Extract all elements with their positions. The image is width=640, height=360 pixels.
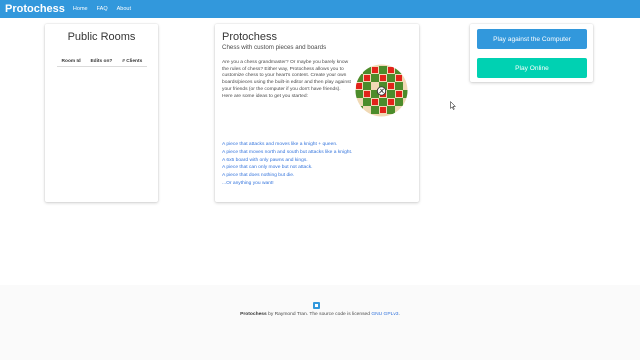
- idea-link-does-nothing[interactable]: A piece that does nothing but die.: [222, 172, 357, 180]
- footer-end: .: [398, 312, 400, 317]
- intro-title: Protochess: [222, 31, 278, 43]
- idea-link-anything[interactable]: ...Or anything you want!: [222, 180, 357, 188]
- column-edits-on: Edits on?: [85, 59, 118, 67]
- idea-link-move-no-attack[interactable]: A piece that can only move but not attac…: [222, 164, 357, 172]
- column-clients: # Clients: [117, 59, 147, 67]
- play-card: Play against the Computer Play Online: [470, 24, 593, 82]
- nav-link-faq[interactable]: FAQ: [97, 6, 108, 12]
- public-rooms-title: Public Rooms: [67, 31, 136, 43]
- nav-link-home[interactable]: Home: [73, 6, 88, 12]
- column-room-id: Room Id: [57, 59, 86, 67]
- intro-subtitle: Chess with custom pieces and boards: [222, 44, 327, 51]
- footer-license-link[interactable]: GNU GPLv3: [371, 312, 398, 317]
- navbar: Protochess Home FAQ About: [0, 0, 640, 18]
- footer-logo-icon: [313, 302, 320, 309]
- nav-link-about[interactable]: About: [117, 6, 131, 12]
- rooms-table-header: Room Id Edits on? # Clients: [57, 59, 147, 67]
- protochess-logo: [355, 64, 408, 117]
- mouse-cursor-icon: [450, 101, 456, 110]
- idea-link-6x5-board[interactable]: A 6x5 board with only pawns and kings.: [222, 157, 357, 165]
- navbar-brand[interactable]: Protochess: [5, 3, 65, 15]
- intro-description: Are you a chess grandmaster? Or maybe yo…: [222, 60, 351, 99]
- footer-brand: Protochess: [240, 312, 267, 317]
- public-rooms-card: Public Rooms Room Id Edits on? # Clients: [45, 24, 158, 202]
- footer-text: Protochess by Raymond Tran. The source c…: [0, 312, 640, 317]
- play-online-button[interactable]: Play Online: [477, 58, 587, 78]
- ideas-list: A piece that attacks and moves like a kn…: [222, 141, 357, 188]
- play-computer-button[interactable]: Play against the Computer: [477, 29, 587, 49]
- footer-byline: by Raymond Tran. The source code is lice…: [266, 312, 372, 317]
- idea-link-knight-queen[interactable]: A piece that attacks and moves like a kn…: [222, 141, 357, 149]
- idea-link-north-south[interactable]: A piece that moves north and south but a…: [222, 149, 357, 157]
- intro-card: Protochess Chess with custom pieces and …: [215, 24, 419, 202]
- footer: Protochess by Raymond Tran. The source c…: [0, 285, 640, 360]
- rooms-table: Room Id Edits on? # Clients: [57, 59, 147, 67]
